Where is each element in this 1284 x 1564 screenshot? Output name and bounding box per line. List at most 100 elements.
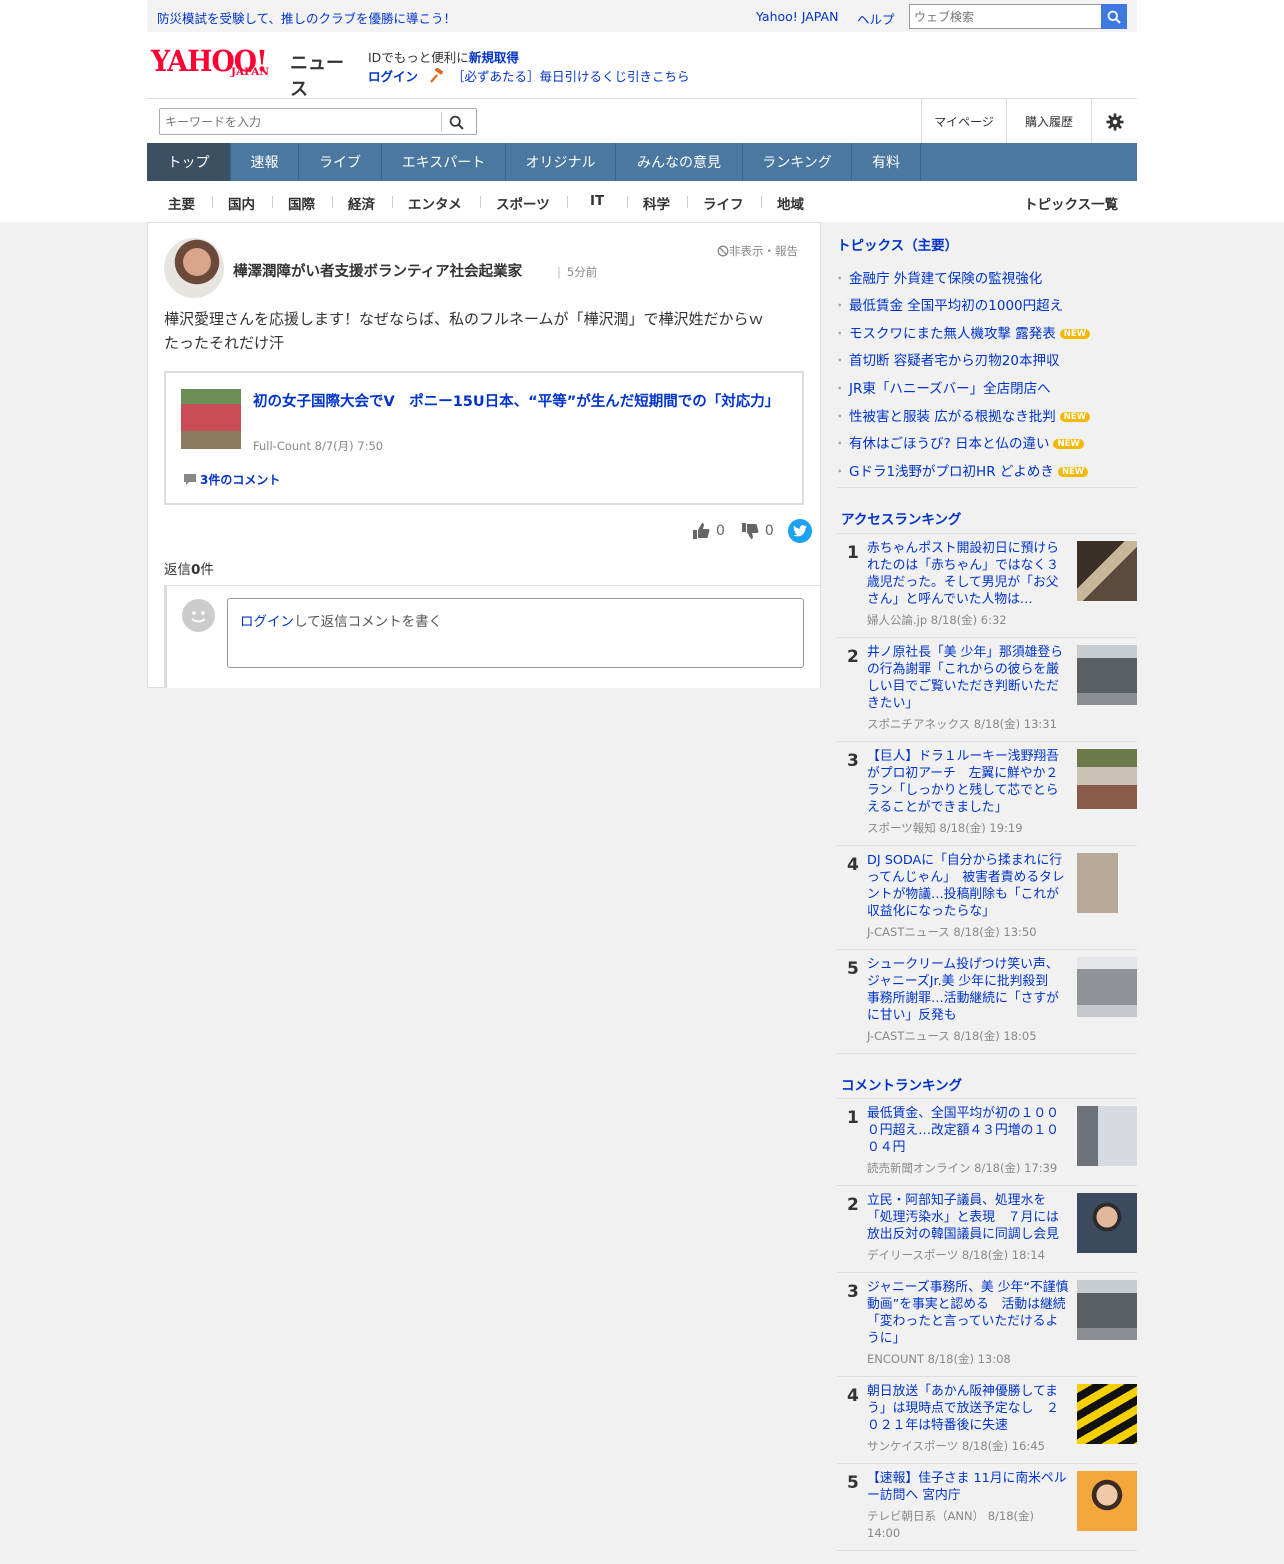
subnav-life[interactable]: ライフ (703, 193, 744, 213)
reply-suffix: 件 (200, 562, 214, 578)
author-name[interactable]: 樺澤潤障がい者支援ボランティア社会起業家 (233, 260, 522, 281)
ranking-item[interactable]: 3 ジャニーズ事務所、美 少年“不謹慎動画”を事実と認める 活動は継続「変わった… (837, 1273, 1137, 1377)
rank-thumbnail[interactable] (1077, 749, 1137, 809)
lottery-link[interactable]: ［必ずあたる］毎日引けるくじ引きこちら (452, 69, 690, 84)
purchase-history-button[interactable]: 購入履歴 (1006, 99, 1091, 144)
rank-title[interactable]: 赤ちゃんポスト開設初日に預けられたのは「赤ちゃん」ではなく３歳児だった。そして男… (867, 540, 1069, 608)
subnav-economy[interactable]: 経済 (348, 193, 375, 213)
topic-item[interactable]: 有休はごほうび? 日本と仏の違いNEW (833, 432, 1084, 452)
rank-meta: J-CASTニュース 8/18(金) 13:50 (867, 925, 1037, 939)
nav-original[interactable]: オリジナル (506, 143, 616, 181)
yahoo-japan-link[interactable]: Yahoo! JAPAN (756, 9, 838, 24)
nav-ranking[interactable]: ランキング (743, 143, 852, 181)
access-ranking-title[interactable]: アクセスランキング (841, 508, 961, 528)
reply-input[interactable]: ログインして返信コメントを書く (227, 598, 804, 668)
mypage-button[interactable]: マイページ (921, 99, 1006, 144)
quoted-article[interactable]: 初の女子国際大会でV ポニー15U日本、“平等”が生んだ短期間での「対応力」 F… (164, 371, 804, 505)
rank-thumbnail[interactable] (1077, 541, 1137, 601)
thumbs-down-icon[interactable] (741, 522, 759, 540)
web-search-input[interactable] (909, 4, 1102, 29)
reply-count: 返信0件 (164, 558, 214, 578)
smiley-icon (191, 611, 206, 623)
topics-title[interactable]: トピックス（主要） (837, 234, 958, 254)
web-search-button[interactable] (1101, 4, 1127, 29)
thumbs-up-icon[interactable] (692, 522, 710, 540)
topic-item[interactable]: モスクワにまた無人機攻撃 露発表NEW (833, 322, 1091, 342)
ranking-item[interactable]: 2 井ノ原社長「美 少年」那須雄登らの行為謝罪「これからの彼らを厳しい目でご覧い… (837, 638, 1137, 742)
rank-thumbnail[interactable] (1077, 1280, 1137, 1340)
rank-title[interactable]: 【速報】佳子さま 11月に南米ペルー訪問へ 宮内庁 (867, 1470, 1069, 1504)
article-title[interactable]: 初の女子国際大会でV ポニー15U日本、“平等”が生んだ短期間での「対応力」 (253, 390, 783, 414)
rank-title[interactable]: 朝日放送「あかん阪神優勝してまう」は現時点で放送予定なし ２０２１年は特番後に失… (867, 1383, 1069, 1434)
ranking-item[interactable]: 4 朝日放送「あかん阪神優勝してまう」は現時点で放送予定なし ２０２１年は特番後… (837, 1377, 1137, 1464)
reply-count-number: 0 (191, 562, 201, 578)
rank-thumbnail[interactable] (1077, 853, 1137, 913)
ranking-item[interactable]: 1 最低賃金、全国平均が初の１０００円超え…改定額４３円増の１００４円 読売新聞… (837, 1099, 1137, 1186)
subnav-domestic[interactable]: 国内 (228, 193, 255, 213)
nav-paid[interactable]: 有料 (852, 143, 921, 181)
twitter-share-button[interactable] (787, 519, 812, 543)
yahoo-news-logo[interactable]: YAHOO! JAPAN ニュース (151, 44, 361, 100)
subnav-science[interactable]: 科学 (643, 193, 670, 213)
keyword-search-input[interactable] (159, 108, 477, 135)
login-link[interactable]: ログイン (368, 69, 418, 84)
ranking-item[interactable]: 4 DJ SODAに「自分から揉まれに行ってんじゃん」 被害者責めるタレントが物… (837, 846, 1137, 950)
hide-report-button[interactable]: 非表示・報告 (717, 243, 798, 259)
ranking-item[interactable]: 5 シュークリーム投げつけ笑い声、ジャニーズJr.美 少年に批判殺到 事務所謝罪… (837, 950, 1137, 1054)
rank-thumbnail[interactable] (1077, 1384, 1137, 1444)
rank-thumbnail[interactable] (1077, 957, 1137, 1017)
promo-link[interactable]: 防災模試を受験して、推しのクラブを優勝に導こう！ (157, 8, 456, 27)
rank-thumbnail[interactable] (1077, 1106, 1137, 1166)
topic-item[interactable]: Gドラ1浅野がプロ初HR どよめきNEW (833, 460, 1089, 480)
rank-thumbnail[interactable] (1077, 645, 1137, 705)
comment-card: 樺澤潤障がい者支援ボランティア社会起業家 5分前 非表示・報告 樺沢愛理さんを応… (147, 222, 821, 688)
reply-area: ログインして返信コメントを書く (164, 585, 820, 688)
rank-title[interactable]: 井ノ原社長「美 少年」那須雄登らの行為謝罪「これからの彼らを厳しい目でご覧いただ… (867, 644, 1069, 712)
article-thumbnail[interactable] (181, 389, 241, 449)
nav-opinion[interactable]: みんなの意見 (616, 143, 743, 181)
signup-link[interactable]: 新規取得 (469, 50, 519, 65)
rank-meta: テレビ朝日系（ANN） 8/18(金) 14:00 (867, 1509, 1035, 1540)
article-comments-link[interactable]: 3件のコメント (183, 471, 280, 488)
subnav-local[interactable]: 地域 (777, 193, 804, 213)
topic-item[interactable]: 最低賃金 全国平均初の1000円超え (833, 294, 1063, 314)
ranking-item[interactable]: 3 【巨人】ドラ１ルーキー浅野翔吾がプロ初アーチ 左翼に鮮やか２ラン「しっかりと… (837, 742, 1137, 846)
rank-thumbnail[interactable] (1077, 1471, 1137, 1531)
comment-ranking-title[interactable]: コメントランキング (841, 1074, 962, 1094)
subnav-main[interactable]: 主要 (168, 193, 195, 213)
search-icon (1107, 10, 1121, 24)
rank-title[interactable]: DJ SODAに「自分から揉まれに行ってんじゃん」 被害者責めるタレントが物議…… (867, 852, 1069, 920)
help-link[interactable]: ヘルプ (857, 9, 895, 28)
topic-item[interactable]: 金融庁 外貨建て保険の監視強化 (833, 267, 1042, 287)
rank-meta: 婦人公論.jp 8/18(金) 6:32 (867, 613, 1007, 627)
subnav-entertainment[interactable]: エンタメ (408, 193, 462, 213)
nav-top[interactable]: トップ (147, 143, 231, 181)
ranking-item[interactable]: 5 【速報】佳子さま 11月に南米ペルー訪問へ 宮内庁 テレビ朝日系（ANN） … (837, 1464, 1137, 1551)
keyword-search-button[interactable] (441, 112, 471, 132)
rank-thumbnail[interactable] (1077, 1193, 1137, 1253)
subnav-sports[interactable]: スポーツ (496, 193, 550, 213)
comment-line-2: たったそれだけ汗 (164, 334, 285, 352)
settings-button[interactable] (1091, 99, 1137, 144)
reply-login-link[interactable]: ログイン (240, 614, 294, 630)
topic-item[interactable]: 性被害と服装 広がる根拠なき批判NEW (833, 405, 1091, 425)
nav-expert[interactable]: エキスパート (382, 143, 506, 181)
rank-title[interactable]: 【巨人】ドラ１ルーキー浅野翔吾がプロ初アーチ 左翼に鮮やか２ラン「しっかりと残し… (867, 748, 1069, 816)
subnav-it[interactable]: IT (590, 193, 604, 209)
ranking-item[interactable]: 1 赤ちゃんポスト開設初日に預けられたのは「赤ちゃん」ではなく３歳児だった。そし… (837, 534, 1137, 638)
topic-item[interactable]: 首切断 容疑者宅から刃物20本押収 (833, 349, 1059, 369)
topic-item[interactable]: JR東「ハニーズバー」全店閉店へ (833, 377, 1051, 397)
rank-meta: ENCOUNT 8/18(金) 13:08 (867, 1352, 1011, 1366)
rank-title[interactable]: 最低賃金、全国平均が初の１０００円超え…改定額４３円増の１００４円 (867, 1105, 1069, 1156)
rank-title[interactable]: シュークリーム投げつけ笑い声、ジャニーズJr.美 少年に批判殺到 事務所謝罪…活… (867, 956, 1069, 1024)
subnav-divider (212, 196, 213, 208)
ranking-item[interactable]: 2 立民・阿部知子議員、処理水を「処理汚染水」と表現 ７月には放出反対の韓国議員… (837, 1186, 1137, 1273)
subnav-international[interactable]: 国際 (288, 193, 315, 213)
rank-meta: スポニチアネックス 8/18(金) 13:31 (867, 717, 1057, 731)
author-avatar[interactable] (164, 238, 224, 298)
nav-live[interactable]: ライブ (299, 143, 382, 181)
rank-title[interactable]: 立民・阿部知子議員、処理水を「処理汚染水」と表現 ７月には放出反対の韓国議員に同… (867, 1192, 1069, 1243)
topics-list-link[interactable]: トピックス一覧 (1024, 193, 1118, 213)
nav-breaking[interactable]: 速報 (231, 143, 299, 181)
rank-title[interactable]: ジャニーズ事務所、美 少年“不謹慎動画”を事実と認める 活動は継続「変わったと言… (867, 1279, 1069, 1347)
